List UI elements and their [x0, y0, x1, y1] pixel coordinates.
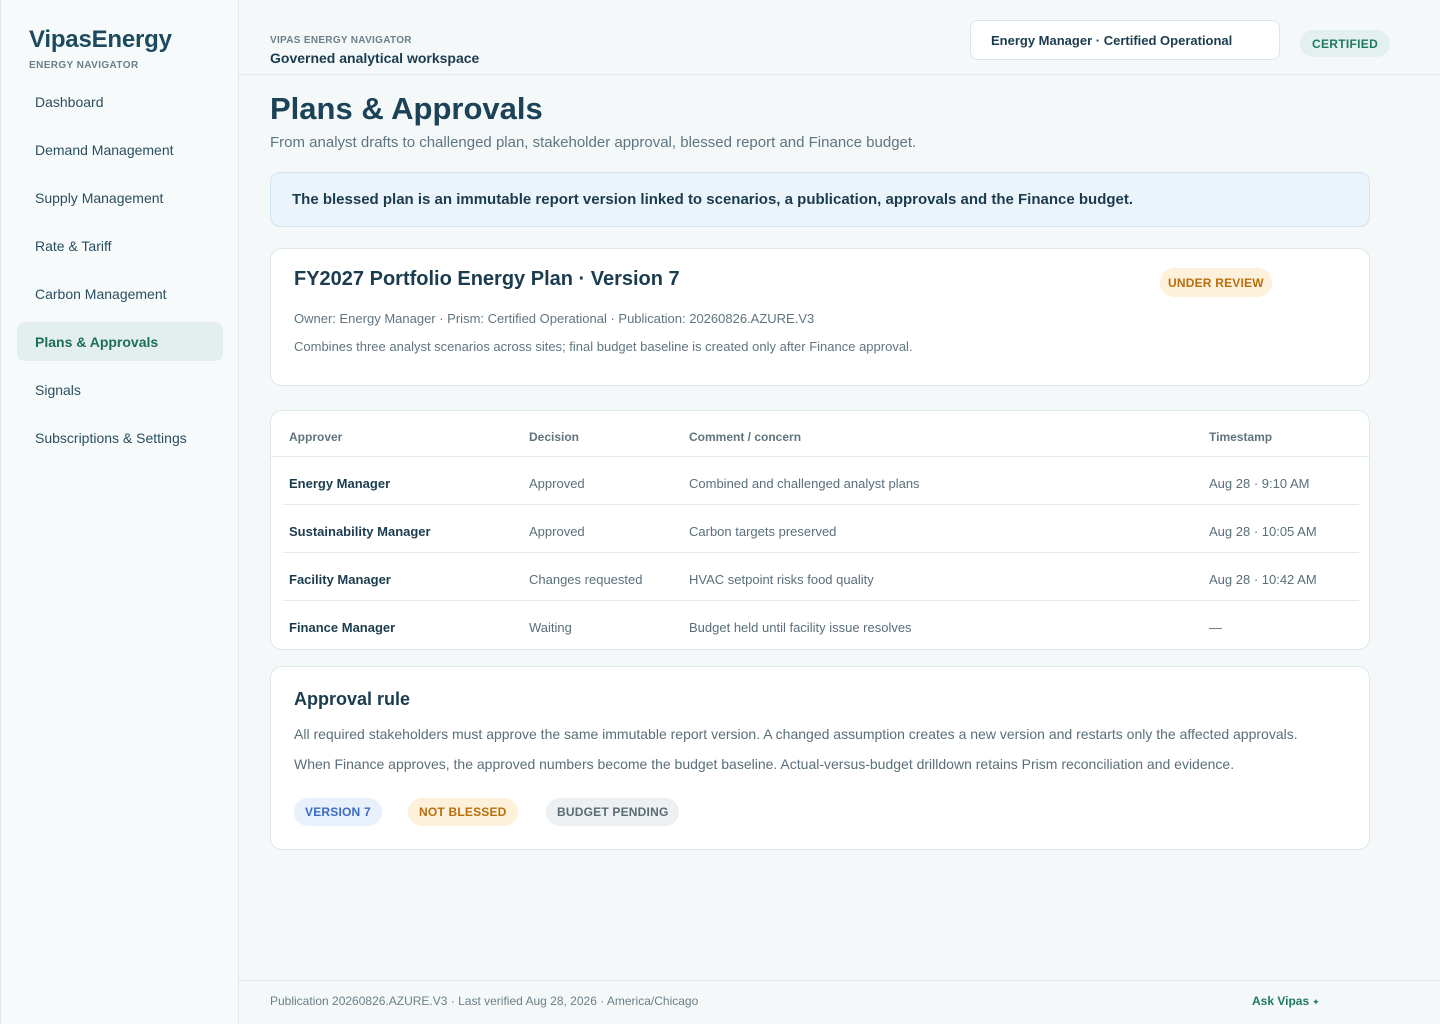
- sidebar-item-signals[interactable]: Signals: [17, 370, 223, 409]
- workspace-eyebrow: VIPAS ENERGY NAVIGATOR: [270, 35, 412, 46]
- comment-cell: HVAC setpoint risks food quality: [689, 572, 874, 587]
- table-header: Approver Decision Comment / concern Time…: [271, 411, 1369, 457]
- timestamp-cell: Aug 28 · 10:42 AM: [1209, 572, 1317, 587]
- column-header-timestamp: Timestamp: [1209, 430, 1273, 444]
- plan-card: FY2027 Portfolio Energy Plan · Version 7…: [270, 248, 1370, 386]
- column-header-comment: Comment / concern: [689, 430, 802, 444]
- sidebar-item-plans-approvals[interactable]: Plans & Approvals: [17, 322, 223, 361]
- table-row[interactable]: Finance Manager Waiting Budget held unti…: [283, 601, 1359, 649]
- not-blessed-badge: NOT BLESSED: [408, 798, 518, 826]
- comment-cell: Budget held until facility issue resolve…: [689, 620, 912, 635]
- timestamp-cell: —: [1209, 620, 1222, 635]
- column-header-approver: Approver: [289, 430, 343, 444]
- decision-cell: Changes requested: [529, 572, 643, 587]
- sparkle-icon: ✦: [1312, 997, 1320, 1007]
- approvals-table: Approver Decision Comment / concern Time…: [270, 410, 1370, 650]
- timestamp-cell: Aug 28 · 9:10 AM: [1209, 476, 1310, 491]
- sidebar: VipasEnergy ENERGY NAVIGATOR Dashboard D…: [0, 0, 239, 1024]
- ask-vipas-button[interactable]: Ask Vipas ✦: [1252, 994, 1320, 1008]
- footer: Publication 20260826.AZURE.V3 · Last ver…: [239, 980, 1440, 1024]
- page-title: Plans & Approvals: [270, 91, 543, 126]
- plan-title: FY2027 Portfolio Energy Plan · Version 7: [294, 268, 680, 290]
- info-banner: The blessed plan is an immutable report …: [270, 172, 1370, 227]
- publication-status: Publication 20260826.AZURE.V3 · Last ver…: [270, 994, 699, 1008]
- approval-rule-text: All required stakeholders must approve t…: [294, 726, 1298, 742]
- approval-rule-card: Approval rule All required stakeholders …: [270, 666, 1370, 850]
- brand: VipasEnergy ENERGY NAVIGATOR: [29, 26, 172, 71]
- approval-rule-text: When Finance approves, the approved numb…: [294, 756, 1235, 772]
- role-selector[interactable]: Energy Manager · Certified Operational: [970, 20, 1280, 60]
- table-row[interactable]: Facility Manager Changes requested HVAC …: [283, 553, 1359, 601]
- sidebar-item-dashboard[interactable]: Dashboard: [17, 82, 223, 121]
- plan-status-badge: UNDER REVIEW: [1160, 268, 1272, 297]
- column-header-decision: Decision: [529, 430, 580, 444]
- version-badge: VERSION 7: [294, 798, 382, 826]
- budget-pending-badge: BUDGET PENDING: [546, 798, 680, 826]
- top-bar: VIPAS ENERGY NAVIGATOR Governed analytic…: [239, 0, 1440, 75]
- approver-cell: Sustainability Manager: [289, 524, 431, 539]
- workspace-title: Governed analytical workspace: [270, 50, 480, 66]
- decision-cell: Approved: [529, 524, 585, 539]
- approver-cell: Facility Manager: [289, 572, 391, 587]
- approval-rule-title: Approval rule: [294, 689, 411, 709]
- timestamp-cell: Aug 28 · 10:05 AM: [1209, 524, 1317, 539]
- certified-badge: CERTIFIED: [1300, 30, 1391, 57]
- plan-description: Combines three analyst scenarios across …: [294, 339, 913, 354]
- sidebar-item-subscriptions-settings[interactable]: Subscriptions & Settings: [17, 418, 223, 457]
- decision-cell: Approved: [529, 476, 585, 491]
- comment-cell: Combined and challenged analyst plans: [689, 476, 920, 491]
- sidebar-nav: Dashboard Demand Management Supply Manag…: [17, 82, 223, 466]
- sidebar-item-rate-tariff[interactable]: Rate & Tariff: [17, 226, 223, 265]
- approver-cell: Finance Manager: [289, 620, 396, 635]
- sidebar-item-demand-management[interactable]: Demand Management: [17, 130, 223, 169]
- page-subtitle: From analyst drafts to challenged plan, …: [270, 134, 917, 151]
- table-row[interactable]: Energy Manager Approved Combined and cha…: [283, 457, 1359, 505]
- decision-cell: Waiting: [529, 620, 572, 635]
- approver-cell: Energy Manager: [289, 476, 391, 491]
- sidebar-item-carbon-management[interactable]: Carbon Management: [17, 274, 223, 313]
- sidebar-item-supply-management[interactable]: Supply Management: [17, 178, 223, 217]
- brand-name: VipasEnergy: [29, 26, 172, 53]
- table-row[interactable]: Sustainability Manager Approved Carbon t…: [283, 505, 1359, 553]
- ask-vipas-label: Ask Vipas: [1252, 994, 1310, 1008]
- plan-meta: Owner: Energy Manager · Prism: Certified…: [294, 311, 815, 326]
- brand-subtitle: ENERGY NAVIGATOR: [29, 60, 139, 71]
- comment-cell: Carbon targets preserved: [689, 524, 837, 539]
